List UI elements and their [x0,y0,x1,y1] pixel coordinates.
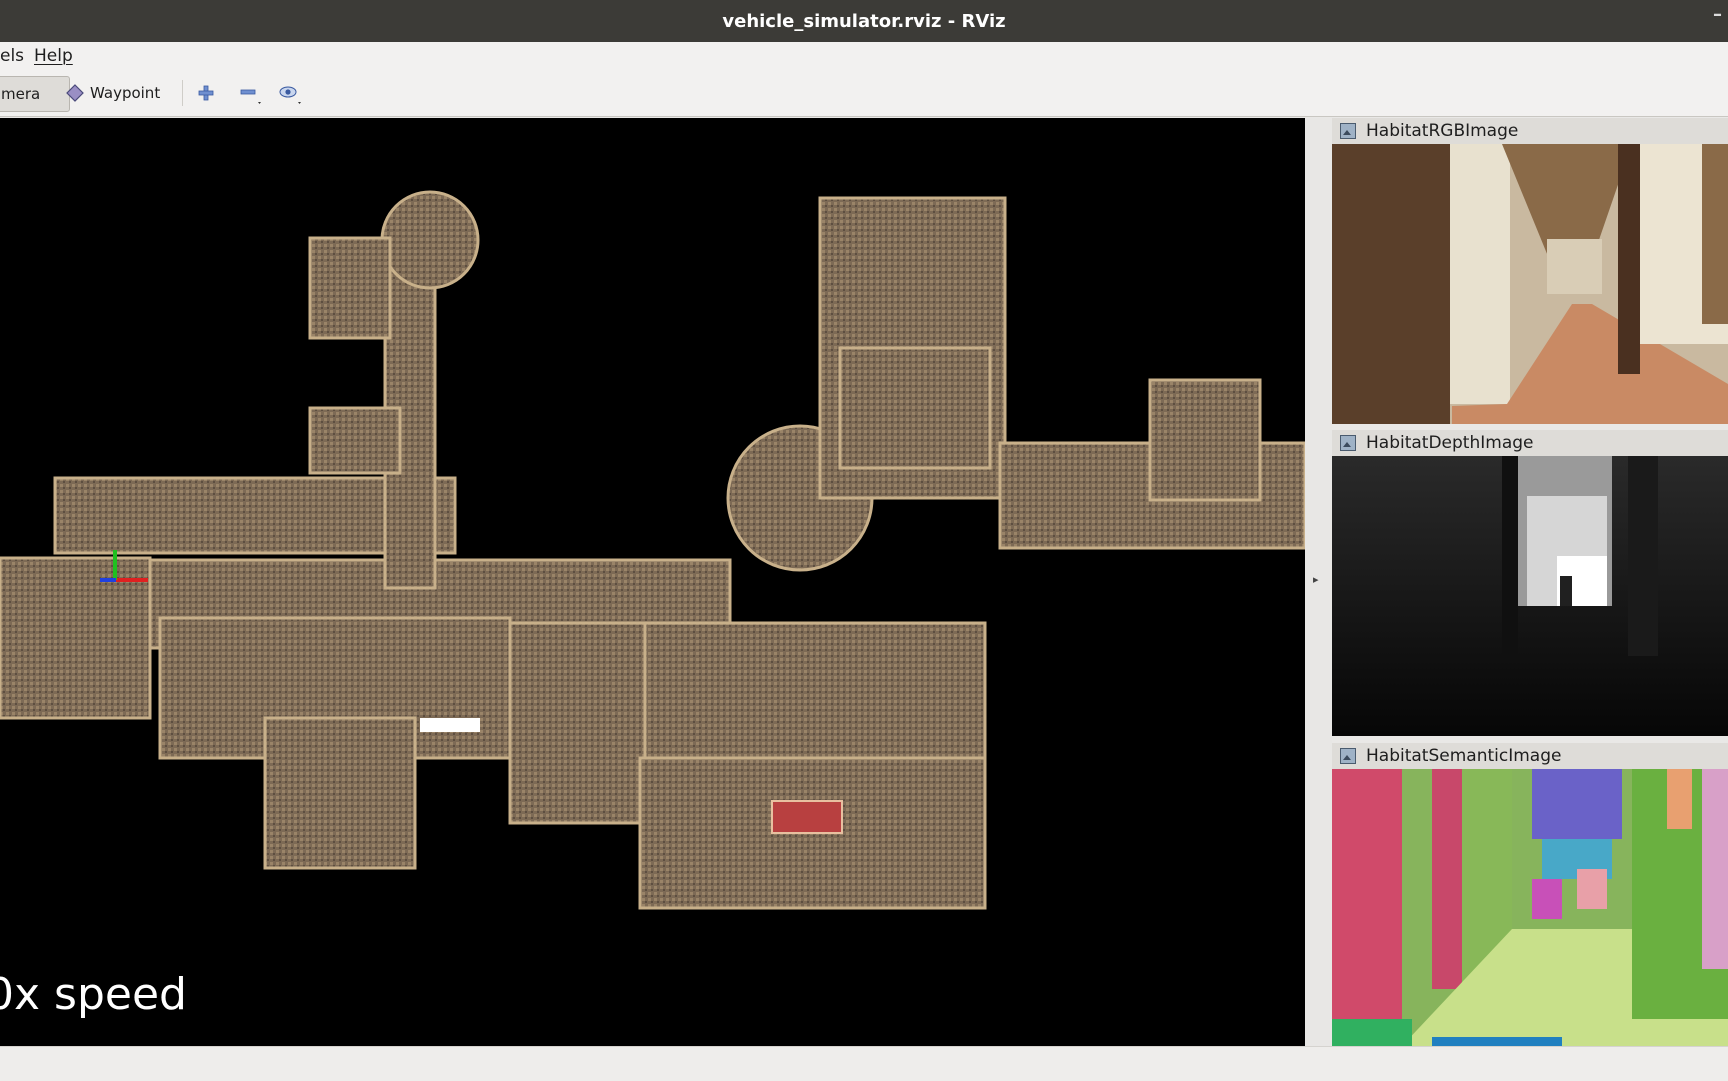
semantic-image-view [1332,769,1728,1049]
minus-icon [238,80,264,106]
rgb-image-view [1332,144,1728,424]
diamond-icon [66,84,84,102]
panel-semantic-title[interactable]: HabitatSemanticImage [1332,743,1728,769]
depth-image-view [1332,456,1728,736]
panel-depth-title[interactable]: HabitatDepthImage [1332,430,1728,456]
dock-splitter[interactable]: ▸ [1305,118,1332,1046]
map-floorplan [0,190,1305,910]
render-viewport[interactable]: 0x speed [0,118,1305,1046]
image-panel-icon [1340,435,1356,451]
tool-waypoint-label: Waypoint [90,84,161,102]
add-tool-button[interactable] [196,76,216,110]
remove-tool-button[interactable] [238,76,264,110]
status-bar [0,1046,1728,1081]
minimize-button[interactable]: – [1713,4,1722,25]
view-tool-button[interactable] [278,76,304,110]
panel-rgb-title[interactable]: HabitatRGBImage [1332,118,1728,144]
panel-rgb-label: HabitatRGBImage [1366,121,1519,141]
menu-help[interactable]: Help [34,46,73,66]
collapse-arrow-icon[interactable]: ▸ [1313,573,1319,586]
tool-camera[interactable]: mera [0,76,70,112]
menu-panels[interactable]: els [0,46,24,66]
tool-waypoint[interactable]: Waypoint [66,76,160,110]
tool-camera-label: mera [1,85,41,103]
image-panel-icon [1340,123,1356,139]
menu-bar: els Help [0,42,1728,71]
window-titlebar: vehicle_simulator.rviz - RViz – [0,0,1728,42]
panel-depth-label: HabitatDepthImage [1366,433,1534,453]
image-panel-icon [1340,748,1356,764]
toolbar: mera Waypoint [0,70,1728,117]
add-icon [196,83,216,103]
eye-icon [278,80,304,106]
panel-semantic-label: HabitatSemanticImage [1366,746,1562,766]
toolbar-separator [182,80,183,106]
speed-overlay: 0x speed [0,969,187,1020]
window-title: vehicle_simulator.rviz - RViz [722,10,1006,32]
